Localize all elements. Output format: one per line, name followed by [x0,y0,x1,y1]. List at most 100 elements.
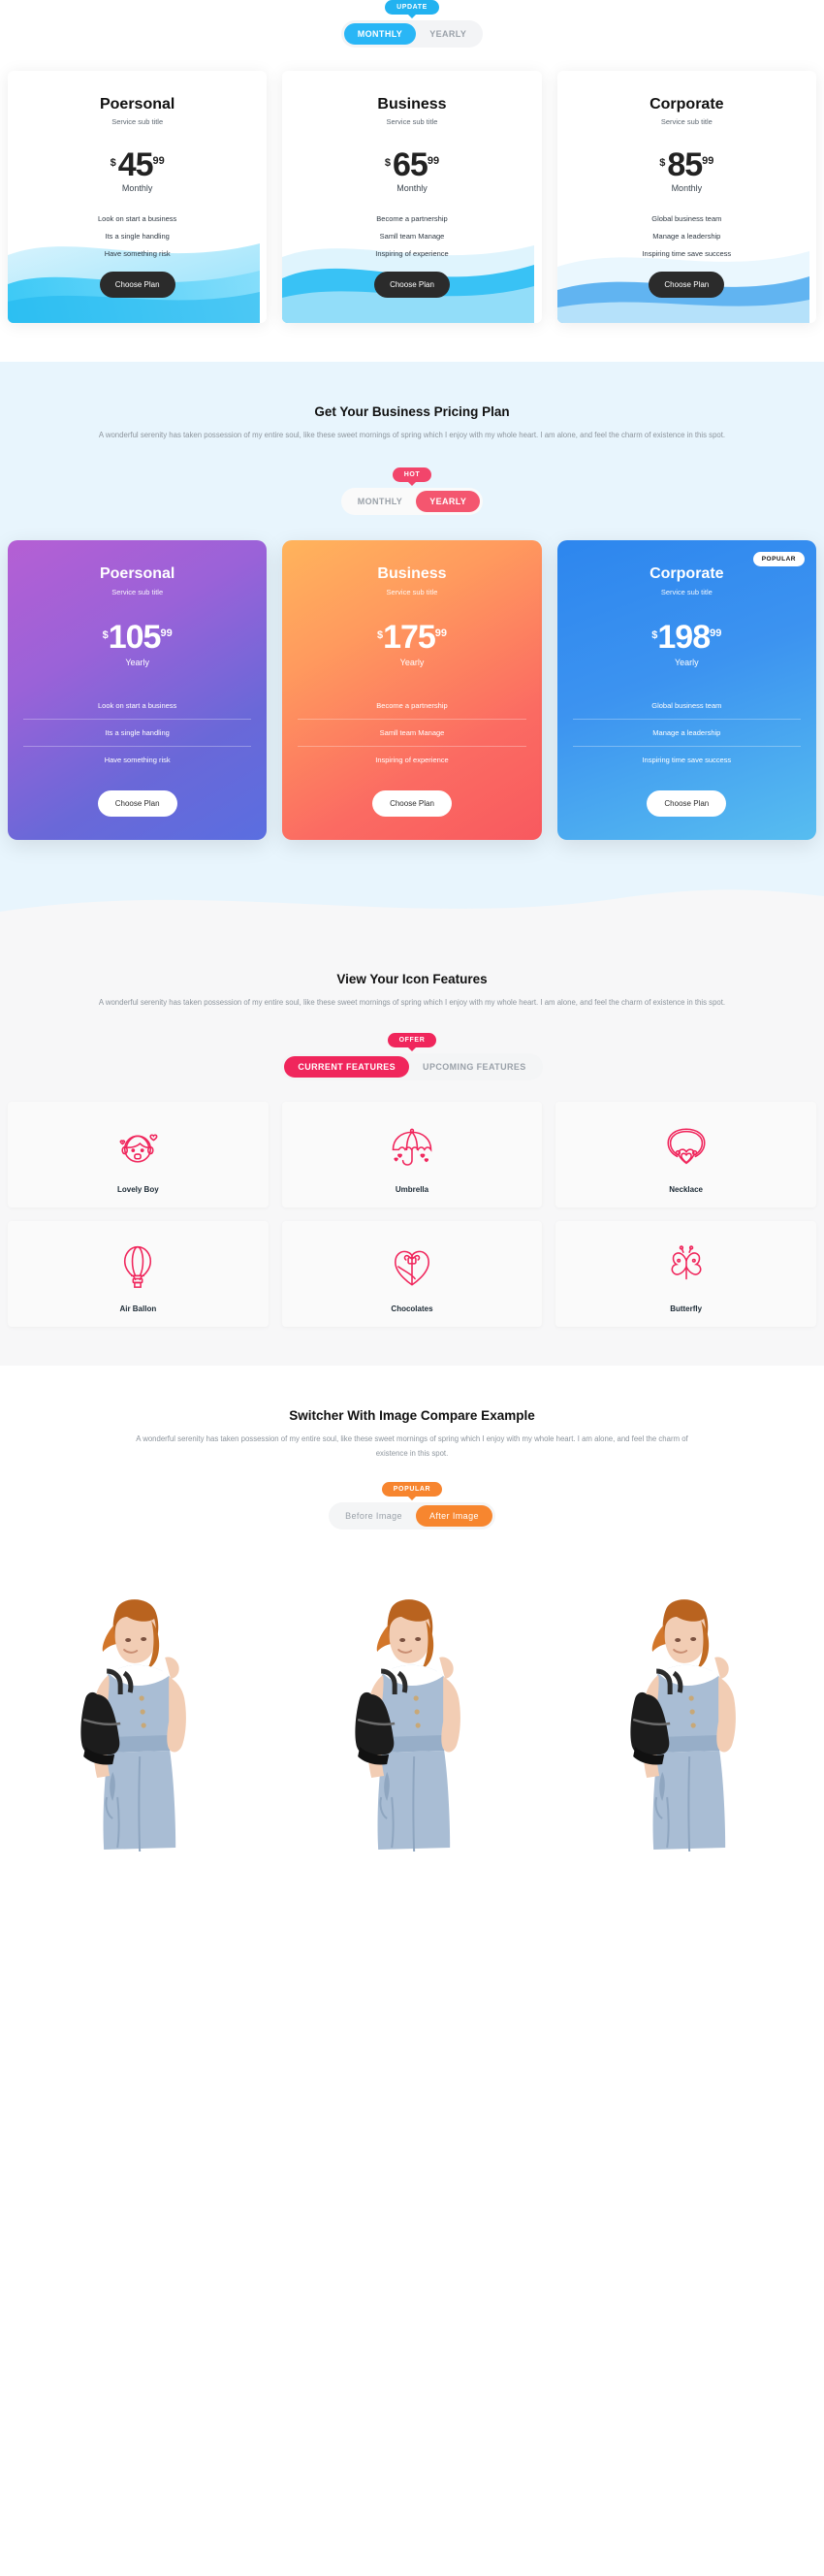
pricing-card-poersonal[interactable]: Poersonal Service sub title $ 45 99 Mont… [8,71,268,323]
feature-card-lovely-boy[interactable]: Lovely Boy [8,1102,269,1208]
plan-title: Poersonal [99,565,175,583]
plan-subtitle: Service sub title [660,588,713,597]
feature-list: Become a partnership Samll team Manage I… [282,214,541,258]
choose-plan-button[interactable]: Choose Plan [99,272,175,299]
plan-title: Business [377,565,447,583]
plan-price: $ 105 99 [23,621,251,654]
plan-price: $ 45 99 [8,146,267,183]
feature-item: Inspiring of experience [298,745,526,773]
pricing-card-poersonal-yearly[interactable]: Poersonal Service sub title $ 105 99 Yea… [8,540,268,840]
billing-period-switch[interactable]: MONTHLY YEARLY [340,20,484,48]
pricing-landing-page: UPDATE MONTHLY YEARLY Poersonal Service … [0,0,824,1945]
feature-item: Its a single handling [105,232,170,242]
price-decimals: 99 [160,628,173,640]
icon-features-section: View Your Icon Features A wonderful sere… [0,932,824,1367]
price-decimals: 99 [434,628,448,640]
monthly-toggle-group: UPDATE MONTHLY YEARLY [0,0,824,48]
woman-with-backpack-illustration [274,1556,550,1945]
pricing-card-corporate[interactable]: Corporate Service sub title $ 85 99 Mont… [556,71,816,323]
feature-item: Become a partnership [376,700,448,710]
price-amount: 175 [383,619,436,657]
compare-image-2[interactable] [274,1556,550,1945]
section-paragraph: A wonderful serenity has taken possessio… [136,1434,688,1458]
features-tab-group: OFFER CURRENT FEATURES UPCOMING FEATURES [0,1033,824,1081]
feature-item: Inspiring time save success [572,745,801,773]
price-decimals: 99 [702,155,714,167]
feature-card-necklace[interactable]: Necklace [555,1102,816,1208]
features-tabs[interactable]: CURRENT FEATURES UPCOMING FEATURES [281,1053,543,1081]
choose-plan-button[interactable]: Choose Plan [371,789,452,817]
choose-plan-button[interactable]: Choose Plan [647,789,727,817]
section-heading: View Your Icon Features [336,971,488,986]
billing-period-label: Monthly [671,183,703,194]
feature-item: Manage a leadership [572,718,801,746]
lovely-boy-icon [119,1134,158,1163]
price-amount: 45 [117,146,154,183]
choose-plan-button[interactable]: Choose Plan [373,272,450,299]
feature-item: Manage a leadership [652,232,721,242]
pricing-card-business-yearly[interactable]: Business Service sub title $ 175 99 Year… [282,540,542,840]
price-amount: 198 [657,619,711,657]
price-decimals: 99 [427,155,440,167]
plan-title: Poersonal [99,96,175,113]
update-badge: UPDATE [385,0,439,15]
billing-period-label: Monthly [121,183,153,194]
yearly-pricing-section: Get Your Business Pricing Plan A wonderf… [0,362,824,933]
feature-item: Look on start a business [98,700,177,710]
tab-upcoming-features[interactable]: UPCOMING FEATURES [409,1056,540,1078]
price-decimals: 99 [710,628,722,640]
tab-current-features[interactable]: CURRENT FEATURES [284,1056,410,1079]
compare-image-3[interactable] [549,1556,824,1945]
umbrella-icon [392,1128,432,1166]
feature-card-air-ballon[interactable]: Air Ballon [8,1221,269,1328]
feature-list: Become a partnership Samll team Manage I… [298,692,526,773]
section-paragraph: A wonderful serenity has taken possessio… [98,431,726,439]
feature-item: Global business team [651,700,722,710]
yearly-card-list: Poersonal Service sub title $ 105 99 Yea… [0,540,824,840]
feature-item: Have something risk [104,249,171,259]
plan-subtitle: Service sub title [660,117,713,126]
toggle-option-monthly[interactable]: MONTHLY [344,491,416,512]
plan-subtitle: Service sub title [386,588,438,597]
monthly-card-list: Poersonal Service sub title $ 45 99 Mont… [0,71,824,323]
offer-badge: OFFER [387,1033,437,1048]
toggle-option-yearly[interactable]: YEARLY [416,491,481,513]
feature-item: Look on start a business [98,214,177,224]
feature-card-butterfly[interactable]: Butterfly [555,1221,816,1328]
plan-subtitle: Service sub title [111,117,164,126]
section-paragraph: A wonderful serenity has taken possessio… [98,997,726,1007]
feature-list: Global business team Manage a leadership… [572,692,801,773]
pricing-card-corporate-yearly[interactable]: POPULAR Corporate Service sub title $ 19… [556,540,816,840]
toggle-option-after-image[interactable]: After Image [415,1504,492,1527]
choose-plan-button[interactable]: Choose Plan [649,272,725,299]
billing-period-label: Yearly [399,657,425,667]
billing-period-switch[interactable]: MONTHLY YEARLY [340,488,484,516]
plan-price: $ 175 99 [298,619,525,657]
popular-badge: POPULAR [752,552,805,567]
plan-price: $ 198 99 [573,619,801,657]
currency-symbol: $ [659,157,666,169]
feature-card-umbrella[interactable]: Umbrella [281,1102,543,1208]
image-compare-section: Switcher With Image Compare Example A wo… [0,1366,824,1945]
section-heading: Get Your Business Pricing Plan [314,404,510,419]
feature-label: Air Ballon [119,1304,157,1314]
section-heading: Switcher With Image Compare Example [289,1408,535,1424]
plan-price: $ 85 99 [557,148,816,181]
feature-list: Look on start a business Its a single ha… [8,214,267,258]
choose-plan-button[interactable]: Choose Plan [97,789,177,817]
feature-card-chocolates[interactable]: Chocolates [281,1221,543,1328]
toggle-option-before-image[interactable]: Before Image [332,1505,416,1527]
billing-period-label: Yearly [674,657,699,667]
yearly-toggle-group: HOT MONTHLY YEARLY [0,467,824,516]
toggle-option-monthly[interactable]: MONTHLY [343,23,417,45]
pricing-card-business[interactable]: Business Service sub title $ 65 99 Month… [282,71,542,323]
compare-image-1[interactable] [0,1556,275,1945]
image-compare-switch[interactable]: Before Image After Image [329,1501,495,1530]
feature-item: Global business team [651,214,722,224]
necklace-icon [667,1128,706,1165]
toggle-option-yearly[interactable]: YEARLY [416,23,480,45]
hot-badge: HOT [392,467,432,483]
icon-feature-grid: Lovely Boy Umbrella Necklace Air Ballon … [0,1102,824,1328]
plan-subtitle: Service sub title [386,117,438,126]
feature-label: Butterfly [670,1304,703,1314]
